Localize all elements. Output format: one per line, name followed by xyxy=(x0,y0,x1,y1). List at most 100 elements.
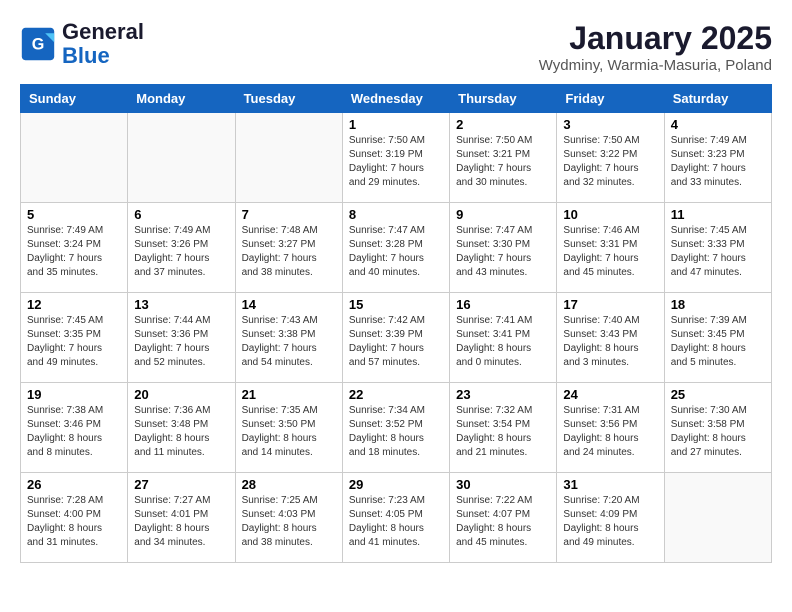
calendar-cell: 3 Sunrise: 7:50 AM Sunset: 3:22 PM Daylig… xyxy=(557,113,664,203)
day-info: Sunrise: 7:50 AM Sunset: 3:22 PM Dayligh… xyxy=(563,134,657,190)
day-info: Sunrise: 7:48 AM Sunset: 3:27 PM Dayligh… xyxy=(242,224,336,280)
location: Wydminy, Warmia-Masuria, Poland xyxy=(539,57,772,74)
day-info: Sunrise: 7:30 AM Sunset: 3:58 PM Dayligh… xyxy=(671,404,765,460)
day-number: 6 xyxy=(134,207,228,222)
month-title: January 2025 xyxy=(539,20,772,57)
calendar-cell xyxy=(21,113,128,203)
day-number: 30 xyxy=(456,477,550,492)
day-info: Sunrise: 7:31 AM Sunset: 3:56 PM Dayligh… xyxy=(563,404,657,460)
day-info: Sunrise: 7:47 AM Sunset: 3:30 PM Dayligh… xyxy=(456,224,550,280)
day-number: 18 xyxy=(671,297,765,312)
day-number: 20 xyxy=(134,387,228,402)
calendar-cell: 2Sunrise: 7:50 AM Sunset: 3:21 PM Daylig… xyxy=(450,113,557,203)
calendar-header-row: SundayMondayTuesdayWednesdayThursdayFrid… xyxy=(21,85,772,113)
calendar-cell: 28Sunrise: 7:25 AM Sunset: 4:03 PM Dayli… xyxy=(235,473,342,563)
calendar-cell xyxy=(235,113,342,203)
calendar-cell: 20 Sunrise: 7:36 AM Sunset: 3:48 PM Dayli… xyxy=(128,383,235,473)
day-of-week-header: Wednesday xyxy=(342,85,449,113)
calendar-cell: 30 Sunrise: 7:22 AM Sunset: 4:07 PM Dayli… xyxy=(450,473,557,563)
calendar-cell: 31 Sunrise: 7:20 AM Sunset: 4:09 PM Dayli… xyxy=(557,473,664,563)
calendar-cell: 15Sunrise: 7:42 AM Sunset: 3:39 PM Dayli… xyxy=(342,293,449,383)
day-number: 17 xyxy=(563,297,657,312)
calendar-cell: 19 Sunrise: 7:38 AM Sunset: 3:46 PM Dayli… xyxy=(21,383,128,473)
day-number: 22 xyxy=(349,387,443,402)
day-number: 29 xyxy=(349,477,443,492)
day-info: Sunrise: 7:23 AM Sunset: 4:05 PM Dayligh… xyxy=(349,494,443,550)
calendar-cell: 23 Sunrise: 7:32 AM Sunset: 3:54 PM Dayli… xyxy=(450,383,557,473)
logo-text: General Blue xyxy=(62,20,144,68)
day-info: Sunrise: 7:32 AM Sunset: 3:54 PM Dayligh… xyxy=(456,404,550,460)
day-number: 8 xyxy=(349,207,443,222)
day-number: 21 xyxy=(242,387,336,402)
calendar-cell: 21 Sunrise: 7:35 AM Sunset: 3:50 PM Dayli… xyxy=(235,383,342,473)
day-info: Sunrise: 7:22 AM Sunset: 4:07 PM Dayligh… xyxy=(456,494,550,550)
day-info: Sunrise: 7:45 AM Sunset: 3:33 PM Dayligh… xyxy=(671,224,765,280)
day-number: 11 xyxy=(671,207,765,222)
day-info: Sunrise: 7:27 AM Sunset: 4:01 PM Dayligh… xyxy=(134,494,228,550)
day-number: 28 xyxy=(242,477,336,492)
calendar-cell: 16 Sunrise: 7:41 AM Sunset: 3:41 PM Dayli… xyxy=(450,293,557,383)
day-info: Sunrise: 7:49 AM Sunset: 3:23 PM Dayligh… xyxy=(671,134,765,190)
day-number: 19 xyxy=(27,387,121,402)
day-number: 31 xyxy=(563,477,657,492)
day-info: Sunrise: 7:49 AM Sunset: 3:26 PM Dayligh… xyxy=(134,224,228,280)
day-number: 16 xyxy=(456,297,550,312)
calendar-cell: 9 Sunrise: 7:47 AM Sunset: 3:30 PM Daylig… xyxy=(450,203,557,293)
logo-line1: General xyxy=(62,20,144,44)
day-number: 25 xyxy=(671,387,765,402)
day-of-week-header: Saturday xyxy=(664,85,771,113)
calendar-cell: 13Sunrise: 7:44 AM Sunset: 3:36 PM Dayli… xyxy=(128,293,235,383)
calendar-cell: 1Sunrise: 7:50 AM Sunset: 3:19 PM Daylig… xyxy=(342,113,449,203)
day-number: 27 xyxy=(134,477,228,492)
day-info: Sunrise: 7:40 AM Sunset: 3:43 PM Dayligh… xyxy=(563,314,657,370)
day-info: Sunrise: 7:20 AM Sunset: 4:09 PM Dayligh… xyxy=(563,494,657,550)
calendar-cell: 7 Sunrise: 7:48 AM Sunset: 3:27 PM Daylig… xyxy=(235,203,342,293)
day-of-week-header: Tuesday xyxy=(235,85,342,113)
day-number: 12 xyxy=(27,297,121,312)
day-info: Sunrise: 7:34 AM Sunset: 3:52 PM Dayligh… xyxy=(349,404,443,460)
day-of-week-header: Sunday xyxy=(21,85,128,113)
day-of-week-header: Friday xyxy=(557,85,664,113)
day-of-week-header: Monday xyxy=(128,85,235,113)
day-info: Sunrise: 7:38 AM Sunset: 3:46 PM Dayligh… xyxy=(27,404,121,460)
calendar-cell: 26 Sunrise: 7:28 AM Sunset: 4:00 PM Dayli… xyxy=(21,473,128,563)
calendar-cell: 29 Sunrise: 7:23 AM Sunset: 4:05 PM Dayli… xyxy=(342,473,449,563)
title-block: January 2025 Wydminy, Warmia-Masuria, Po… xyxy=(539,20,772,74)
calendar-cell: 4 Sunrise: 7:49 AM Sunset: 3:23 PM Daylig… xyxy=(664,113,771,203)
calendar-week-row: 1Sunrise: 7:50 AM Sunset: 3:19 PM Daylig… xyxy=(21,113,772,203)
day-info: Sunrise: 7:43 AM Sunset: 3:38 PM Dayligh… xyxy=(242,314,336,370)
calendar-cell: 27 Sunrise: 7:27 AM Sunset: 4:01 PM Dayli… xyxy=(128,473,235,563)
calendar-week-row: 12 Sunrise: 7:45 AM Sunset: 3:35 PM Dayli… xyxy=(21,293,772,383)
day-number: 14 xyxy=(242,297,336,312)
calendar-cell: 5Sunrise: 7:49 AM Sunset: 3:24 PM Daylig… xyxy=(21,203,128,293)
day-number: 4 xyxy=(671,117,765,132)
calendar-week-row: 26 Sunrise: 7:28 AM Sunset: 4:00 PM Dayli… xyxy=(21,473,772,563)
day-number: 24 xyxy=(563,387,657,402)
calendar-cell: 12 Sunrise: 7:45 AM Sunset: 3:35 PM Dayli… xyxy=(21,293,128,383)
calendar-cell: 24 Sunrise: 7:31 AM Sunset: 3:56 PM Dayli… xyxy=(557,383,664,473)
day-number: 7 xyxy=(242,207,336,222)
day-number: 1 xyxy=(349,117,443,132)
calendar-cell: 11 Sunrise: 7:45 AM Sunset: 3:33 PM Dayli… xyxy=(664,203,771,293)
page-header: G General Blue January 2025 Wydminy, War… xyxy=(20,20,772,74)
day-number: 26 xyxy=(27,477,121,492)
day-number: 23 xyxy=(456,387,550,402)
day-number: 9 xyxy=(456,207,550,222)
day-of-week-header: Thursday xyxy=(450,85,557,113)
day-info: Sunrise: 7:41 AM Sunset: 3:41 PM Dayligh… xyxy=(456,314,550,370)
calendar-week-row: 19 Sunrise: 7:38 AM Sunset: 3:46 PM Dayli… xyxy=(21,383,772,473)
calendar-cell: 17 Sunrise: 7:40 AM Sunset: 3:43 PM Dayli… xyxy=(557,293,664,383)
calendar-cell: 14 Sunrise: 7:43 AM Sunset: 3:38 PM Dayli… xyxy=(235,293,342,383)
day-number: 3 xyxy=(563,117,657,132)
calendar-cell: 25 Sunrise: 7:30 AM Sunset: 3:58 PM Dayli… xyxy=(664,383,771,473)
logo-line2: Blue xyxy=(62,44,144,68)
day-info: Sunrise: 7:28 AM Sunset: 4:00 PM Dayligh… xyxy=(27,494,121,550)
day-info: Sunrise: 7:45 AM Sunset: 3:35 PM Dayligh… xyxy=(27,314,121,370)
day-info: Sunrise: 7:39 AM Sunset: 3:45 PM Dayligh… xyxy=(671,314,765,370)
svg-text:G: G xyxy=(32,36,45,54)
day-info: Sunrise: 7:36 AM Sunset: 3:48 PM Dayligh… xyxy=(134,404,228,460)
day-info: Sunrise: 7:35 AM Sunset: 3:50 PM Dayligh… xyxy=(242,404,336,460)
calendar-cell: 10Sunrise: 7:46 AM Sunset: 3:31 PM Dayli… xyxy=(557,203,664,293)
day-info: Sunrise: 7:47 AM Sunset: 3:28 PM Dayligh… xyxy=(349,224,443,280)
day-info: Sunrise: 7:49 AM Sunset: 3:24 PM Dayligh… xyxy=(27,224,121,280)
